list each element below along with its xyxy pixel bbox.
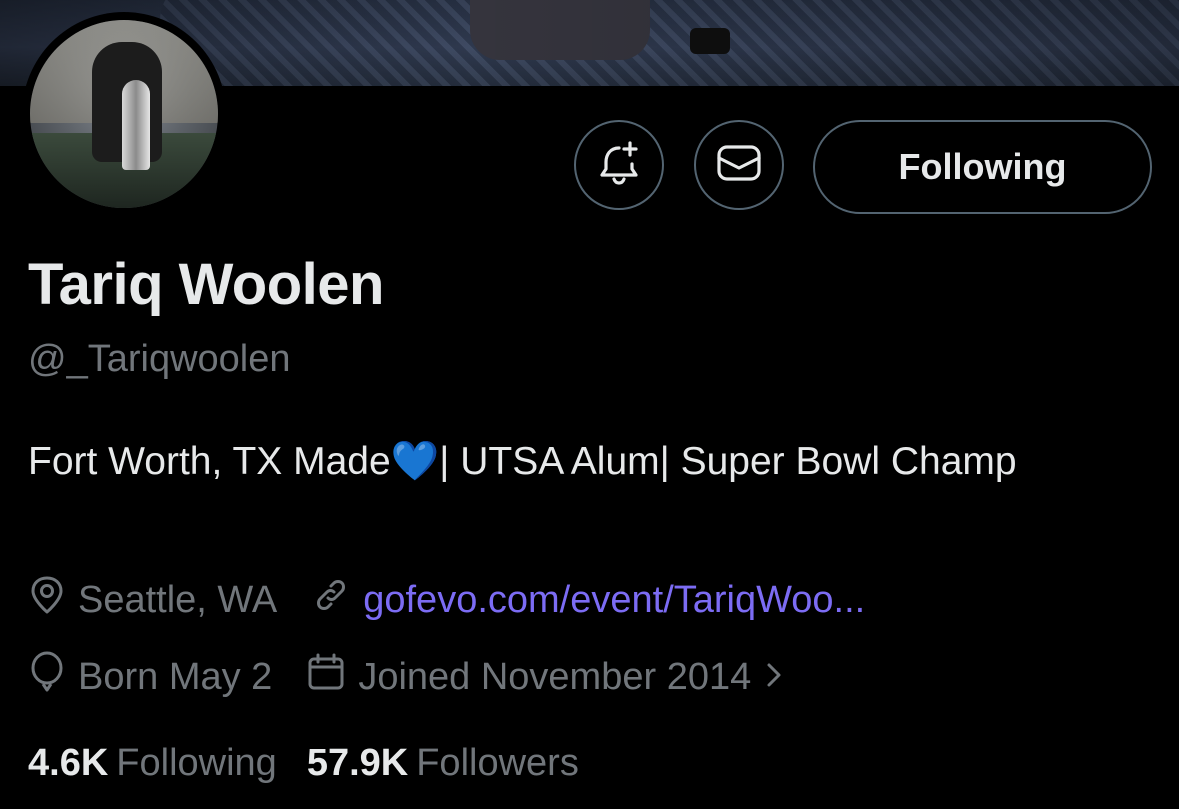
- birthday-text: Born May 2: [78, 655, 273, 698]
- bio-text: Fort Worth, TX Made: [28, 440, 391, 483]
- blue-heart-icon: 💙: [390, 440, 440, 483]
- location-item: Seattle, WA: [28, 575, 277, 625]
- followers-count: 57.9K: [306, 741, 409, 784]
- notify-button[interactable]: [574, 120, 664, 210]
- website-item[interactable]: gofevo.com/event/TariqWoo...: [311, 575, 865, 625]
- following-count: 4.6K: [28, 741, 109, 784]
- chevron-right-icon: [765, 656, 795, 699]
- calendar-icon: [306, 652, 358, 702]
- profile-name: Tariq Woolen: [28, 252, 384, 317]
- balloon-icon: [28, 651, 78, 703]
- link-icon: [311, 575, 363, 625]
- envelope-icon: [716, 144, 762, 187]
- following-stat-label: Following: [116, 741, 277, 784]
- follow-stats: 4.6K Following 57.9K Followers: [28, 738, 609, 788]
- website-link[interactable]: gofevo.com/event/TariqWoo...: [363, 579, 865, 622]
- location-pin-icon: [28, 575, 78, 625]
- following-button[interactable]: Following: [813, 120, 1152, 214]
- followers-stat[interactable]: 57.9K Followers: [307, 742, 579, 785]
- avatar-trophy: [122, 80, 150, 170]
- followers-stat-label: Followers: [416, 741, 579, 784]
- location-text: Seattle, WA: [78, 578, 278, 621]
- avatar-image: [30, 20, 218, 208]
- bell-plus-icon: [597, 140, 641, 191]
- avatar[interactable]: [22, 12, 226, 216]
- profile-handle: @_Tariqwoolen: [28, 338, 291, 380]
- joined-text: Joined November 2014: [358, 655, 752, 698]
- profile-bio: Fort Worth, TX Made💙| UTSA Alum| Super B…: [28, 432, 1128, 491]
- profile-meta-row-1: Seattle, WA gofevo.com/event/TariqWoo...: [28, 575, 899, 625]
- joined-item[interactable]: Joined November 2014: [306, 652, 795, 702]
- bio-rest: | UTSA Alum| Super Bowl Champ: [439, 440, 1017, 483]
- following-stat[interactable]: 4.6K Following: [28, 742, 277, 785]
- birthday-item: Born May 2: [28, 651, 272, 703]
- profile-meta-row-2: Born May 2 Joined November 2014: [28, 651, 829, 703]
- message-button[interactable]: [694, 120, 784, 210]
